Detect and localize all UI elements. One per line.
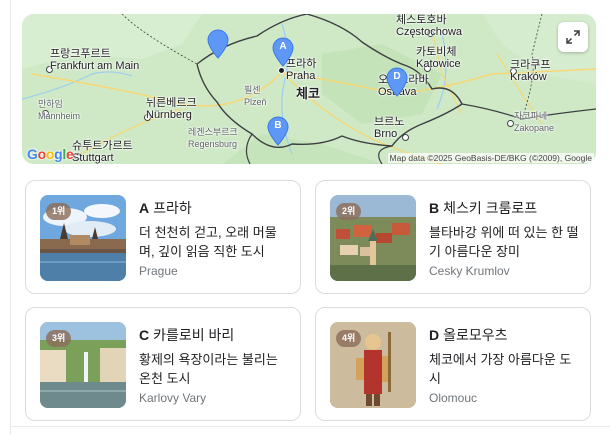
place-title: A 프라하 [139,200,192,216]
city-dot-zakopane [507,120,514,127]
map-label-zakopane: 자코파네 Zakopane [514,111,555,133]
map-attribution[interactable]: Map data ©2025 GeoBasis-DE/BKG (©2009), … [387,153,594,163]
map[interactable]: 프랑크푸르트 Frankfurt am Main 만하임 Mannheim 뉘른베르… [22,14,596,164]
place-card-prague[interactable]: 1위 A 프라하 더 천천히 걷고, 오래 머물며, 깊이 읽음 직한 도시 Pr… [25,180,301,294]
place-english-name: Olomouc [429,391,478,405]
place-description: 체코에서 가장 아름다운 도시 [429,352,572,386]
bottom-divider [10,426,610,427]
rank-badge: 1위 [46,203,72,220]
place-english-name: Cesky Krumlov [429,264,510,278]
map-expand-button[interactable] [558,22,588,52]
place-title: D 올로모우츠 [429,327,508,343]
map-label-krakow: 크라쿠프 Kraków [510,59,551,83]
place-card-karlovy-vary[interactable]: 3위 C 카를로비 바리 황제의 욕장이라는 불리는 온천 도시 Karlovy … [25,307,301,421]
place-title: C 카를로비 바리 [139,327,235,343]
map-pin-icon [207,29,229,59]
place-card-olomouc[interactable]: 4위 D 올로모우츠 체코에서 가장 아름다운 도시 Olomouc [315,307,591,421]
rank-badge: 4위 [336,330,362,347]
place-description: 더 천천히 걷고, 오래 머물며, 깊이 읽음 직한 도시 [139,225,277,259]
map-label-stuttgart: 슈투트가르트 Stuttgart [72,140,133,164]
map-label-mannheim: 만하임 Mannheim [38,99,81,121]
rank-badge: 3위 [46,330,72,347]
map-label-czestochowa: 체스토호바 Częstochowa [396,14,463,38]
expand-icon [566,30,580,44]
rank-badge: 2위 [336,203,362,220]
left-divider [10,0,11,435]
place-description: 황제의 욕장이라는 불리는 온천 도시 [139,352,278,386]
place-thumbnail-olomouc: 4위 [330,322,416,408]
place-title: B 체스키 크룸로프 [429,200,538,216]
city-dot-prague [278,67,285,74]
map-pin-d[interactable]: D [386,67,408,97]
map-label-country: 체코 [296,86,320,101]
place-english-name: Karlovy Vary [139,391,207,405]
map-label-frankfurt: 프랑크푸르트 Frankfurt am Main [50,48,140,72]
place-card-cesky-krumlov[interactable]: 2위 B 체스키 크룸로프 블타바강 위에 떠 있는 한 떨기 아름다운 장미 C… [315,180,591,294]
google-logo: Google [27,146,74,162]
map-label-nurnberg: 뉘른베르크 Nürnberg [146,97,197,121]
place-description: 블타바강 위에 떠 있는 한 떨기 아름다운 장미 [429,225,579,259]
place-thumbnail-karlovy-vary: 3위 [40,322,126,408]
map-label-regensburg: 레겐스부르크 Regensburg [188,127,238,149]
place-thumbnail-cesky-krumlov: 2위 [330,195,416,281]
place-english-name: Prague [139,264,178,278]
map-pin-b[interactable]: B [267,116,289,146]
map-pin-c[interactable]: C [207,29,229,59]
map-pin-a[interactable]: A [272,37,294,67]
map-label-pilsen: 필센 Plzeň [244,85,267,107]
place-thumbnail-prague: 1위 [40,195,126,281]
map-label-brno: 브르노 Brno [374,116,405,140]
map-label-katowice: 카토비체 Katowice [416,46,461,70]
